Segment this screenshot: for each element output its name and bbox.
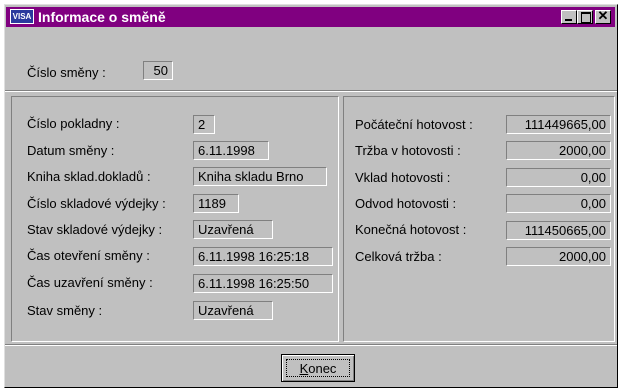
- shift-info-window: VISA Informace o směně ✕ Číslo směny : 5…: [4, 4, 618, 388]
- maximize-icon: [581, 12, 591, 23]
- initial-cash-label: Počáteční hotovost :: [355, 117, 473, 132]
- cash-deposit-label: Vklad hotovosti :: [355, 170, 451, 185]
- close-icon: ✕: [597, 8, 609, 23]
- close-time-label: Čas uzavření směny :: [27, 275, 153, 290]
- issue-number-field: 1189: [193, 194, 239, 213]
- close-time-field: 6.11.1998 16:25:50: [193, 274, 333, 293]
- stock-book-field: Kniha skladu Brno: [193, 167, 327, 186]
- footer-separator: [5, 344, 617, 346]
- total-sales-field: 2000,00: [506, 247, 611, 266]
- minimize-icon: [565, 19, 572, 21]
- shift-date-field: 6.11.1998: [193, 141, 269, 160]
- close-button[interactable]: Konec: [281, 354, 355, 382]
- register-number-label: Číslo pokladny :: [27, 116, 120, 131]
- close-window-button[interactable]: ✕: [595, 8, 611, 24]
- minimize-button[interactable]: [561, 10, 577, 24]
- shift-state-field: Uzavřená: [193, 301, 273, 320]
- cash-deposit-field: 0,00: [506, 168, 611, 187]
- register-number-field: 2: [193, 115, 215, 134]
- shift-state-label: Stav směny :: [27, 303, 103, 318]
- final-cash-field: 111450665,00: [506, 221, 611, 240]
- cash-withdrawal-label: Odvod hotovosti :: [355, 196, 457, 211]
- initial-cash-field: 111449665,00: [506, 115, 611, 134]
- total-sales-label: Celková tržba :: [355, 249, 442, 264]
- title-bar[interactable]: VISA Informace o směně ✕: [6, 7, 615, 27]
- stock-book-label: Kniha sklad.dokladů :: [27, 169, 151, 184]
- cash-sales-label: Tržba v hotovosti :: [355, 143, 461, 158]
- issue-state-label: Stav skladové výdejky :: [27, 222, 163, 237]
- issue-state-field: Uzavřená: [193, 220, 273, 239]
- shift-number-label: Číslo směny :: [27, 65, 106, 80]
- maximize-button[interactable]: [577, 10, 593, 24]
- header-separator: [5, 90, 617, 92]
- window-title: Informace o směně: [38, 9, 166, 25]
- open-time-field: 6.11.1998 16:25:18: [193, 247, 333, 266]
- shift-number-field: 50: [143, 61, 173, 80]
- close-button-label: Konec: [286, 359, 350, 377]
- open-time-label: Čas otevření směny :: [27, 248, 150, 263]
- cash-withdrawal-field: 0,00: [506, 194, 611, 213]
- issue-number-label: Číslo skladové výdejky :: [27, 196, 166, 211]
- cash-sales-field: 2000,00: [506, 141, 611, 160]
- final-cash-label: Konečná hotovost :: [355, 222, 467, 237]
- shift-date-label: Datum směny :: [27, 143, 115, 158]
- app-icon: VISA: [10, 9, 34, 24]
